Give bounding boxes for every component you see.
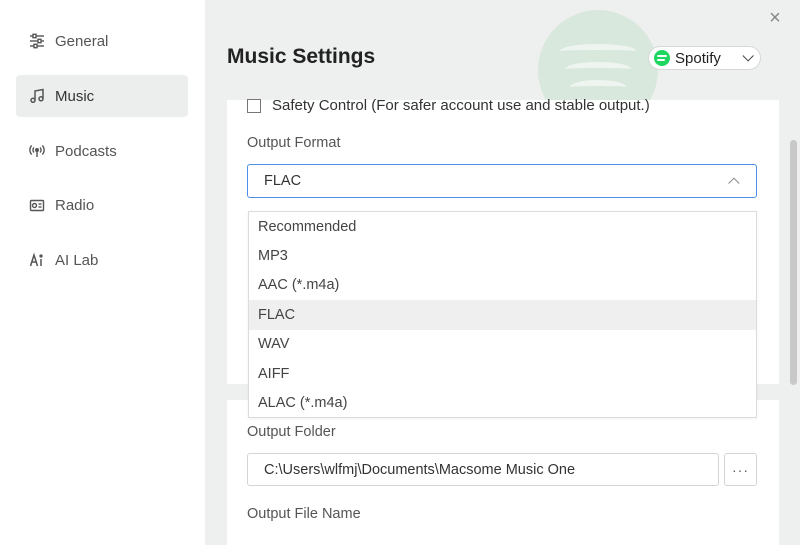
sidebar-item-label: Music (55, 87, 95, 105)
output-format-label: Output Format (247, 135, 341, 151)
safety-control-row: Safety Control (For safer account use an… (247, 97, 650, 114)
folder-card: Output Folder C:\Users\wlfmj\Documents\M… (227, 400, 779, 545)
dropdown-option[interactable]: Recommended (249, 212, 756, 241)
sidebar-item-ai-lab[interactable]: AI Lab (16, 239, 188, 281)
chevron-up-icon (728, 177, 740, 189)
dropdown-option[interactable]: WAV (249, 330, 756, 359)
music-note-icon (28, 87, 46, 105)
output-file-name-label: Output File Name (247, 506, 361, 522)
sidebar-item-label: General (55, 32, 109, 50)
sidebar: General Music Podcasts Radio AI Lab (0, 0, 205, 545)
sidebar-item-label: Radio (55, 196, 95, 214)
sidebar-item-label: Podcasts (55, 142, 117, 160)
sidebar-item-music[interactable]: Music (16, 75, 188, 117)
sidebar-item-general[interactable]: General (16, 20, 188, 62)
close-button[interactable]: × (766, 8, 784, 28)
dropdown-option[interactable]: MP3 (249, 241, 756, 270)
source-select[interactable]: Spotify (648, 46, 761, 70)
dropdown-option[interactable]: ALAC (*.m4a) (249, 388, 756, 417)
scrollbar[interactable] (788, 100, 800, 545)
output-folder-input[interactable]: C:\Users\wlfmj\Documents\Macsome Music O… (247, 453, 719, 486)
output-folder-label: Output Folder (247, 424, 336, 440)
broadcast-icon (28, 142, 46, 160)
browse-folder-button[interactable]: ··· (724, 453, 757, 486)
source-select-value: Spotify (675, 49, 721, 67)
dropdown-option[interactable]: AAC (*.m4a) (249, 271, 756, 300)
output-folder-value: C:\Users\wlfmj\Documents\Macsome Music O… (264, 461, 576, 478)
safety-control-label[interactable]: Safety Control (For safer account use an… (272, 97, 650, 114)
page-title: Music Settings (227, 45, 376, 68)
sidebar-item-label: AI Lab (55, 251, 99, 269)
sliders-icon (28, 32, 46, 50)
radio-icon (28, 196, 46, 214)
output-format-dropdown: Recommended MP3 AAC (*.m4a) FLAC WAV AIF… (248, 211, 757, 418)
output-format-value: FLAC (264, 173, 302, 189)
ai-icon (28, 251, 46, 269)
sidebar-item-radio[interactable]: Radio (16, 184, 188, 226)
safety-control-checkbox[interactable] (247, 98, 261, 113)
scrollbar-thumb[interactable] (790, 140, 797, 385)
dropdown-option-selected[interactable]: FLAC (249, 300, 756, 330)
chevron-down-icon (742, 50, 754, 62)
dropdown-option[interactable]: AIFF (249, 359, 756, 388)
spotify-icon (654, 50, 670, 66)
sidebar-item-podcasts[interactable]: Podcasts (16, 130, 188, 172)
output-format-select[interactable]: FLAC (247, 164, 757, 198)
